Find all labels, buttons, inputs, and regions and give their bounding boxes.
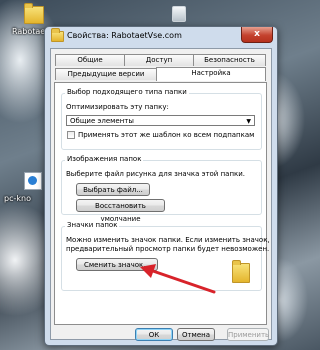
close-button[interactable]: x — [241, 27, 273, 43]
desktop-folder-icon[interactable] — [24, 3, 44, 24]
ok-button[interactable]: ОК — [135, 328, 173, 341]
folder-icons-group: Значки папок Можно изменить значок папки… — [61, 221, 270, 291]
shortcut-label: pc-kno — [4, 194, 31, 203]
tab-security[interactable]: Безопасность — [193, 54, 266, 66]
desktop-folder-label: Rabotaet — [12, 27, 49, 36]
folder-pictures-group-title: Изображения папок — [65, 155, 144, 163]
tab-customize[interactable]: Настройка — [156, 67, 266, 81]
browser-globe-icon — [28, 176, 37, 185]
customize-panel: Выбор подходящего типа папки Оптимизиров… — [54, 82, 270, 325]
apply-subfolders-label: Применять этот же шаблон ко всем подпапк… — [78, 131, 255, 139]
folder-preview-icon — [232, 260, 250, 283]
restore-default-button[interactable]: Восстановить умолчание — [76, 199, 165, 223]
window-title: Свойства: RabotaetVse.com — [67, 31, 182, 40]
folder-type-value: Общие элементы — [70, 117, 134, 125]
folder-title-icon — [51, 28, 64, 42]
dialog-client-area: Общие Доступ Безопасность Предыдущие вер… — [50, 48, 272, 341]
folder-type-group-title: Выбор подходящего типа папки — [65, 88, 189, 96]
tab-general[interactable]: Общие — [55, 54, 125, 66]
choose-file-button[interactable]: Выбрать файл... — [76, 183, 150, 196]
tab-previous-versions[interactable]: Предыдущие версии — [55, 68, 157, 80]
apply-subfolders-checkbox[interactable] — [67, 131, 75, 139]
folder-type-group: Выбор подходящего типа папки Оптимизиров… — [61, 88, 262, 150]
folder-type-select[interactable]: Общие элементы ▼ — [66, 115, 255, 126]
folder-pictures-prompt: Выберите файл рисунка для значка этой па… — [66, 170, 246, 178]
shortcut-icon[interactable] — [24, 172, 42, 190]
folder-icons-description-line1: Можно изменить значок папки. Если измени… — [66, 236, 270, 244]
folder-icons-group-title: Значки папок — [65, 221, 120, 229]
folder-pictures-group: Изображения папок Выберите файл рисунка … — [61, 155, 262, 223]
tab-sharing[interactable]: Доступ — [124, 54, 194, 66]
recycle-bin-icon[interactable] — [172, 6, 186, 22]
folder-icons-description-line2: предварительный просмотр папки будет нев… — [66, 245, 270, 253]
properties-window: Свойства: RabotaetVse.com x Общие Доступ… — [44, 26, 278, 346]
apply-button[interactable]: Применить — [227, 328, 269, 341]
change-icon-button[interactable]: Сменить значок... — [76, 258, 158, 271]
title-bar[interactable]: Свойства: RabotaetVse.com x — [45, 27, 277, 47]
dropdown-arrow-icon: ▼ — [246, 118, 251, 125]
cancel-button[interactable]: Отмена — [177, 328, 215, 341]
optimize-prompt: Оптимизировать эту папку: — [66, 103, 169, 111]
